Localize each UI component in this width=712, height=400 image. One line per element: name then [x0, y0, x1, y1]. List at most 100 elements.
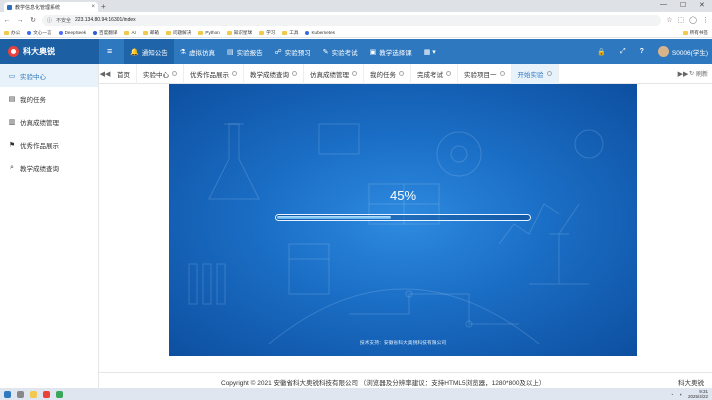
bookmark-label: 邮箱 [149, 29, 159, 35]
extensions-icon[interactable]: ⬚ [678, 16, 685, 24]
bookmark-item[interactable]: 办公 [4, 30, 20, 36]
browser-tab[interactable]: 教学信息化管理系统 × [4, 2, 98, 12]
sidebar-item-label: 实验中心 [20, 73, 46, 81]
top-nav-item[interactable]: ✎ 实验考试 [317, 39, 364, 64]
tabs-prev-icon[interactable]: ◀◀ [99, 70, 111, 78]
bookmark-item[interactable]: AI [124, 30, 136, 35]
forward-icon[interactable]: → [16, 17, 24, 24]
close-tab-icon[interactable]: × [91, 4, 95, 10]
page-tabs-bar: ◀◀ 首页 实验中心 优秀作品展示 教学成绩查询 仿真成绩管理 我的任务 完成考试 实验项目一… [99, 63, 712, 84]
clock[interactable]: 9:31 2025/4/22 [688, 389, 708, 399]
baidu-translate-icon [93, 30, 98, 35]
new-tab-button[interactable]: + [101, 2, 106, 11]
tab-close-icon[interactable] [292, 71, 297, 76]
app-logo[interactable]: 科大奥锐 [0, 39, 99, 64]
page-tab-label: 实验中心 [143, 71, 169, 79]
page-tab[interactable]: 实验项目一 [458, 63, 512, 84]
bookmark-item[interactable]: 工具 [282, 30, 298, 36]
top-nav-item[interactable]: ▦ ▾ [418, 39, 442, 64]
footer: Copyright © 2021 安徽省科大奥锐科技有限公司 （浏览器及分辨率建… [99, 372, 712, 388]
maximize-button[interactable]: ☐ [680, 1, 686, 9]
sidebar-item[interactable]: ⌕ 教学成绩查询 [0, 156, 98, 179]
menu-toggle-icon[interactable]: ≡ [107, 46, 112, 56]
bookmark-item[interactable]: 问题解决 [165, 30, 191, 36]
bookmark-item[interactable]: 邮箱 [142, 29, 159, 36]
star-icon[interactable]: ☆ [666, 16, 672, 24]
sidebar-item[interactable]: ▥ 仿真成绩管理 [0, 110, 98, 133]
page-tab[interactable]: 我的任务 [364, 63, 411, 84]
tab-close-icon[interactable] [499, 71, 505, 76]
page-tab-label: 实验项目一 [464, 71, 497, 79]
bookmark-item[interactable]: 知识星球 [226, 30, 252, 36]
page-tab[interactable]: 教学成绩查询 [244, 63, 304, 84]
lock-icon[interactable]: 🔒 [597, 48, 606, 56]
page-tab[interactable]: 优秀作品展示 [184, 63, 244, 84]
report-icon: ▤ [227, 48, 234, 56]
refresh-button[interactable]: ↻ 刷新 [689, 69, 712, 78]
simulation-loading-screen[interactable]: 45% 技术支持：安徽省科大奥锐科技有限公司 [169, 84, 637, 356]
top-nav-item[interactable]: ⚗ 虚拟仿真 [174, 39, 221, 64]
tab-close-icon[interactable] [232, 71, 237, 76]
top-nav-item[interactable]: ☍ 实验预习 [269, 39, 317, 64]
volume-icon[interactable]: ◖ [679, 392, 682, 397]
tab-close-icon[interactable] [172, 71, 177, 76]
minimize-button[interactable]: — [660, 1, 667, 8]
start-icon[interactable] [4, 390, 11, 398]
sidebar-item[interactable]: ⚑ 优秀作品展示 [0, 133, 98, 156]
page-tab[interactable]: 首页 [111, 63, 137, 84]
all-bookmarks[interactable]: 所有书签 [682, 30, 708, 36]
wifi-icon[interactable]: ◔ [671, 392, 674, 397]
tabs-next-icon[interactable]: ▶▶ [677, 70, 689, 78]
flag-icon: ⚑ [8, 141, 16, 149]
top-nav-label: 实验预习 [284, 49, 311, 57]
bookmark-item[interactable]: DeepSeek [58, 30, 87, 35]
help-icon[interactable]: ? [640, 48, 644, 55]
page-tab[interactable]: 仿真成绩管理 [304, 63, 364, 84]
top-nav-item[interactable]: ▤ 实验报告 [221, 39, 269, 64]
page-tab[interactable]: 完成考试 [411, 63, 458, 84]
page-tab[interactable]: 开始实验 [511, 63, 559, 84]
app-icon[interactable] [56, 390, 63, 398]
search-doc-icon: ⌕ [10, 163, 14, 171]
tab-close-icon[interactable] [546, 71, 552, 76]
app-header: 科大奥锐 ≡ 🔔 通知公告 ⚗ 虚拟仿真 ▤ 实验报告 ☍ 实验预习 ✎ 实验考试 ▣ 教学选择课 ▦ … [0, 39, 712, 64]
bell-icon: 🔔 [130, 48, 139, 56]
bookmark-item[interactable]: Kubernetes [305, 30, 335, 35]
profile-icon[interactable]: ◯ [689, 16, 697, 24]
file-explorer-icon[interactable] [30, 390, 37, 398]
back-icon[interactable]: ← [3, 17, 11, 24]
sidebar-item-label: 仿真成绩管理 [20, 119, 59, 127]
fullscreen-icon[interactable]: ⤢ [620, 48, 626, 56]
bookmark-item[interactable]: 百度翻译 [93, 30, 117, 36]
bookmark-item[interactable]: Python [198, 30, 220, 35]
address-toolbar: ← → ↻ ⓘ 不安全 223.134.80.94:16301/index ☆ … [0, 12, 712, 28]
close-window-button[interactable]: ✕ [699, 1, 705, 9]
deepseek-icon [58, 30, 63, 35]
bookmark-label: Python [205, 30, 220, 35]
tab-close-icon[interactable] [352, 71, 357, 76]
pen-icon: ✎ [322, 48, 329, 56]
reload-icon[interactable]: ↻ [29, 16, 37, 24]
header-right: 🔒 ⤢ ? S0006(学生) [597, 39, 708, 64]
folder-icon [259, 30, 265, 35]
page-tab-label: 首页 [117, 71, 130, 79]
search-icon[interactable] [17, 390, 24, 398]
bookmark-item[interactable]: 学习 [259, 30, 275, 36]
copyright-text: Copyright © 2021 安徽省科大奥锐科技有限公司 （浏览器及分辨率建… [221, 380, 546, 387]
bookmark-label: 办公 [11, 29, 21, 35]
sidebar-item[interactable]: ▤ 我的任务 [0, 87, 98, 110]
info-icon[interactable]: ⓘ [47, 17, 52, 24]
page-tab[interactable]: 实验中心 [137, 63, 184, 84]
user-menu[interactable]: S0006(学生) [657, 46, 708, 57]
tech-support-text: 技术支持：安徽省科大奥锐科技有限公司 [359, 341, 447, 346]
url-bar[interactable]: ⓘ 不安全 223.134.80.94:16301/index [42, 14, 662, 26]
menu-dots-icon[interactable]: ⋮ [702, 16, 709, 24]
top-nav-item[interactable]: ▣ 教学选择课 [364, 39, 418, 64]
tab-close-icon[interactable] [399, 71, 404, 76]
browser-icon[interactable] [43, 390, 50, 398]
bookmark-label: DeepSeek [64, 30, 87, 35]
sidebar-item[interactable]: ▭ 实验中心 [0, 64, 98, 87]
tab-close-icon[interactable] [446, 71, 451, 76]
top-nav-item[interactable]: 🔔 通知公告 [124, 39, 174, 64]
bookmark-item[interactable]: 文心一言 [27, 30, 52, 36]
